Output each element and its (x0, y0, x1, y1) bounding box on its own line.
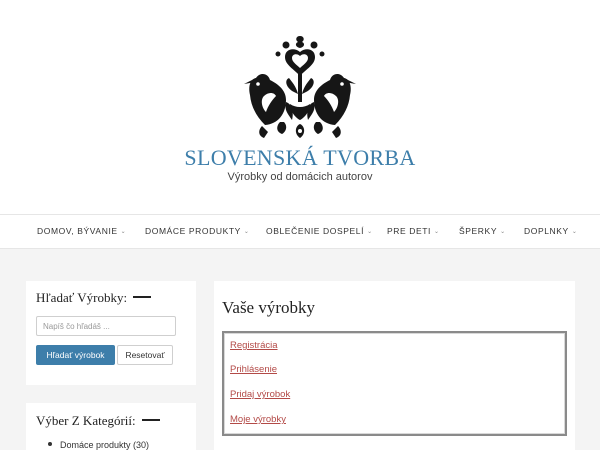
nav-item-domace-produkty[interactable]: DOMÁCE PRODUKTY ⌄ (145, 215, 250, 248)
main-navigation: DOMOV, BÝVANIE ⌄ DOMÁCE PRODUKTY ⌄ OBLEČEN… (0, 214, 600, 249)
chevron-down-icon: ⌄ (571, 229, 578, 235)
folk-birds-heart-logo-icon[interactable] (238, 34, 362, 144)
nav-item-label: ŠPERKY (459, 226, 498, 236)
categories-widget-title: Výber Z Kategórií: (36, 413, 160, 429)
title-rule (141, 419, 160, 421)
nav-item-label: DOPLNKY (524, 226, 569, 236)
nav-item-label: DOMOV, BÝVANIE (37, 226, 118, 236)
nav-item-doplnky[interactable]: DOPLNKY ⌄ (524, 215, 577, 248)
search-input[interactable] (36, 316, 176, 336)
chevron-down-icon: ⌄ (500, 229, 506, 235)
chevron-down-icon: ⌄ (434, 229, 440, 235)
nav-item-pre-deti[interactable]: PRE DETI ⌄ (387, 215, 440, 248)
chevron-down-icon: ⌄ (367, 229, 373, 235)
link-prihlasenie[interactable]: Prihlásenie (230, 364, 277, 375)
search-submit-button[interactable]: Hľadať výrobok (36, 345, 115, 365)
site-tagline: Výrobky od domácich autorov (227, 171, 373, 183)
link-moje-vyrobky[interactable]: Moje výrobky (230, 414, 286, 425)
nav-item-sperky[interactable]: ŠPERKY ⌄ (459, 215, 506, 248)
search-widget-title: Hľadať Výrobky: (36, 290, 152, 306)
bullet-icon (48, 442, 52, 446)
link-registracia[interactable]: Registrácia (230, 340, 278, 351)
nav-item-oblecenie-dospeli[interactable]: OBLEČENIE DOSPELÍ ⌄ (266, 215, 373, 248)
nav-item-label: OBLEČENIE DOSPELÍ (266, 226, 365, 236)
chevron-down-icon: ⌄ (120, 229, 127, 235)
chevron-down-icon: ⌄ (243, 229, 250, 235)
category-item-label: Domáce produkty (30) (60, 440, 150, 450)
link-pridaj-vyrobok[interactable]: Pridaj výrobok (230, 389, 290, 400)
nav-item-label: DOMÁCE PRODUKTY (145, 226, 241, 236)
title-rule (133, 296, 152, 298)
site-header: SLOVENSKÁ TVORBA Výrobky od domácich aut… (0, 0, 600, 214)
nav-item-domov-byvanie[interactable]: DOMOV, BÝVANIE ⌄ (37, 215, 126, 248)
page-title: Vaše výrobky (222, 298, 316, 317)
site-title[interactable]: SLOVENSKÁ TVORBA (0, 145, 600, 171)
search-reset-button[interactable]: Resetovať (117, 345, 173, 365)
nav-item-label: PRE DETI (387, 226, 432, 236)
category-item-domace-produkty[interactable]: Domáce produkty (30) (48, 440, 149, 450)
